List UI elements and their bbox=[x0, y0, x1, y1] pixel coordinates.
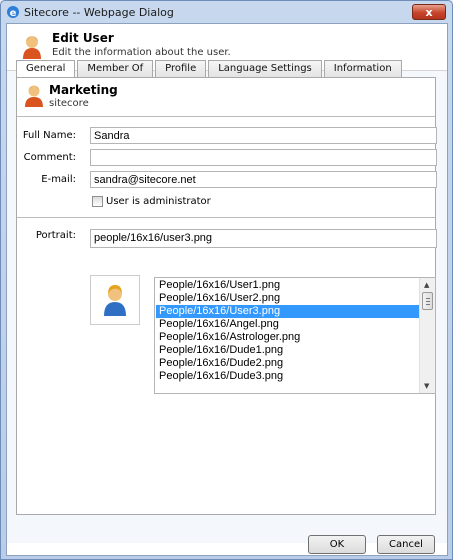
list-item[interactable]: People/16x16/Dude3.png bbox=[156, 370, 420, 383]
admin-checkbox[interactable] bbox=[92, 196, 103, 207]
comment-label: Comment: bbox=[23, 152, 76, 163]
scroll-down-icon[interactable]: ▼ bbox=[424, 382, 429, 390]
admin-checkbox-label: User is administrator bbox=[106, 196, 211, 207]
user-icon bbox=[25, 85, 43, 107]
email-label: E-mail: bbox=[41, 174, 76, 185]
grip-line bbox=[426, 304, 430, 305]
page-title: Edit User bbox=[52, 31, 114, 45]
scroll-thumb[interactable] bbox=[422, 292, 433, 310]
divider bbox=[17, 217, 435, 218]
list-item-selected[interactable]: People/16x16/User3.png bbox=[156, 305, 420, 318]
scroll-up-icon[interactable]: ▲ bbox=[424, 281, 429, 289]
grip-line bbox=[426, 298, 430, 299]
list-item[interactable]: People/16x16/Dude1.png bbox=[156, 344, 420, 357]
listbox-scrollbar[interactable]: ▲ ▼ bbox=[419, 278, 435, 393]
cancel-button[interactable]: Cancel bbox=[377, 535, 435, 554]
tab-member-of[interactable]: Member Of bbox=[77, 60, 154, 77]
title-bar[interactable]: e Sitecore -- Webpage Dialog x bbox=[1, 1, 452, 23]
list-item[interactable]: People/16x16/User2.png bbox=[156, 292, 420, 305]
divider bbox=[17, 116, 435, 117]
general-tab-panel: Marketing sitecore Full Name: Sandra Com… bbox=[16, 77, 437, 515]
list-item[interactable]: People/16x16/Dude2.png bbox=[156, 357, 420, 370]
tab-profile[interactable]: Profile bbox=[155, 60, 207, 77]
dialog-window: e Sitecore -- Webpage Dialog x Edit User… bbox=[0, 0, 453, 560]
tab-language-settings[interactable]: Language Settings bbox=[208, 60, 322, 77]
ie-icon: e bbox=[7, 6, 19, 19]
account-name: Marketing bbox=[49, 83, 118, 97]
full-name-label: Full Name: bbox=[22, 130, 76, 141]
portrait-listbox[interactable]: People/16x16/User1.png People/16x16/User… bbox=[154, 277, 436, 394]
list-item[interactable]: People/16x16/User1.png bbox=[156, 279, 420, 292]
user-portrait-icon bbox=[104, 285, 126, 316]
tab-strip: General Member Of Profile Language Setti… bbox=[16, 60, 404, 78]
account-domain: sitecore bbox=[49, 98, 89, 109]
full-name-field[interactable]: Sandra bbox=[90, 127, 437, 144]
tab-general[interactable]: General bbox=[16, 60, 76, 78]
ok-button[interactable]: OK bbox=[308, 535, 366, 554]
list-item[interactable]: People/16x16/Angel.png bbox=[156, 318, 420, 331]
portrait-field[interactable]: people/16x16/user3.png bbox=[90, 229, 437, 248]
close-button[interactable]: x bbox=[412, 4, 446, 20]
portrait-preview bbox=[90, 275, 140, 325]
close-icon: x bbox=[425, 5, 433, 19]
user-icon bbox=[23, 36, 41, 59]
page-description: Edit the information about the user. bbox=[52, 47, 231, 58]
svg-text:e: e bbox=[10, 8, 17, 19]
tab-information[interactable]: Information bbox=[323, 60, 402, 77]
email-field[interactable]: sandra@sitecore.net bbox=[90, 171, 437, 188]
list-item[interactable]: People/16x16/Astrologer.png bbox=[156, 331, 420, 344]
admin-checkbox-row[interactable]: User is administrator bbox=[92, 196, 211, 207]
comment-field[interactable] bbox=[90, 149, 437, 166]
window-title: Sitecore -- Webpage Dialog bbox=[24, 5, 174, 19]
grip-line bbox=[426, 301, 430, 302]
portrait-label: Portrait: bbox=[35, 230, 76, 241]
